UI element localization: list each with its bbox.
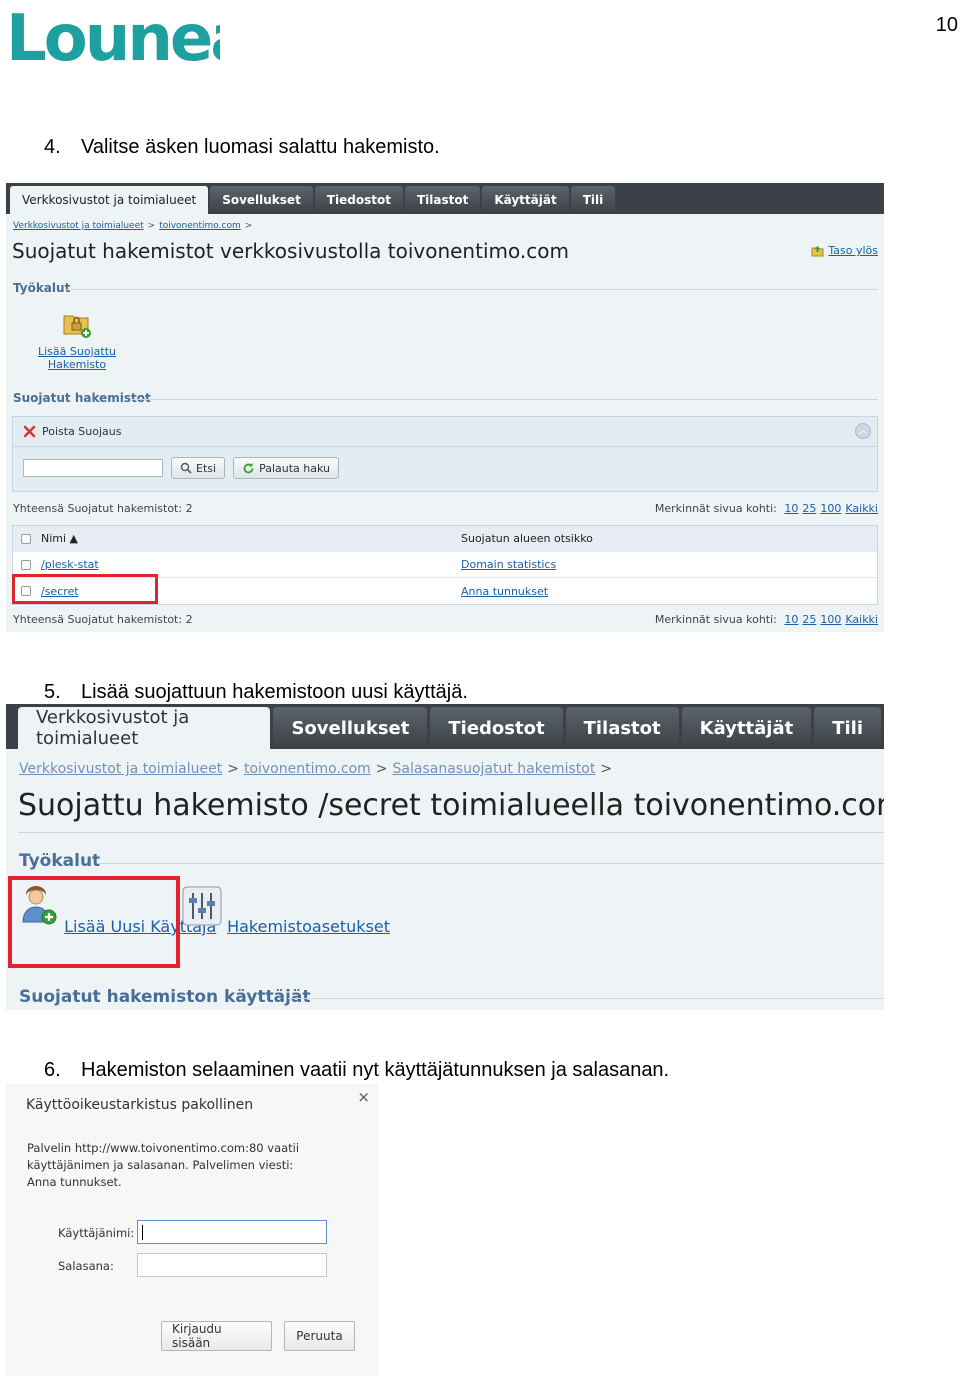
per-page-10[interactable]: 10	[784, 613, 798, 626]
divider	[98, 863, 884, 864]
login-button[interactable]: Kirjaudu sisään	[161, 1321, 272, 1351]
column-name[interactable]: Nimi ▲	[41, 532, 461, 545]
total-count: Yhteensä Suojatut hakemistot: 2	[13, 502, 193, 515]
step-5: 5. Lisää suojattuun hakemistoon uusi käyt…	[44, 681, 468, 703]
reset-icon	[243, 462, 254, 473]
auth-dialog: Käyttöoikeustarkistus pakollinen × Palve…	[6, 1084, 378, 1376]
dialog-title: Käyttöoikeustarkistus pakollinen	[26, 1097, 254, 1113]
step-4: 4. Valitse äsken luomasi salattu hakemist…	[44, 136, 440, 158]
nav-tabs: Verkkosivustot ja toimialueet Sovellukse…	[6, 704, 884, 749]
settings-sliders-icon	[182, 886, 222, 926]
add-protected-directory-tool[interactable]: Lisää Suojattu Hakemisto	[36, 308, 118, 371]
tab-applications[interactable]: Sovellukset	[210, 186, 313, 214]
tab-users[interactable]: Käyttäjät	[681, 707, 812, 749]
dir-link[interactable]: /plesk-stat	[41, 558, 99, 571]
search-input[interactable]	[23, 459, 163, 477]
search-button[interactable]: Etsi	[171, 457, 226, 479]
dialog-message: Palvelin http://www.toivonentimo.com:80 …	[27, 1141, 300, 1189]
collapse-icon[interactable]: ︿	[855, 423, 871, 439]
folder-up-icon	[811, 246, 824, 257]
per-page-selector: Merkinnät sivua kohti: 10 25 100 Kaikki	[654, 502, 878, 515]
breadcrumb-websites[interactable]: Verkkosivustot ja toimialueet	[13, 221, 144, 231]
list-toolbar: Poista Suojaus ︿ Etsi Palauta haku	[12, 416, 878, 492]
lounea-logo: Lounea	[6, 4, 220, 66]
page-title: Suojatut hakemistot verkkosivustolla toi…	[12, 239, 569, 263]
breadcrumb-domain[interactable]: toivonentimo.com	[159, 221, 241, 231]
directory-settings-button[interactable]: Hakemistoasetukset	[182, 886, 390, 936]
svg-text:Lounea: Lounea	[6, 4, 220, 66]
users-heading: Suojatut hakemiston käyttäjät	[19, 987, 311, 1007]
select-all-checkbox[interactable]	[21, 533, 31, 544]
column-realm[interactable]: Suojatun alueen otsikko	[461, 532, 877, 545]
tab-statistics[interactable]: Tilastot	[404, 186, 481, 214]
protected-dirs-heading: Suojatut hakemistot	[13, 391, 151, 405]
folder-lock-add-icon	[63, 315, 91, 338]
reset-search-button[interactable]: Palauta haku	[233, 457, 339, 479]
page-number: 10	[935, 14, 958, 36]
per-page-10[interactable]: 10	[784, 502, 798, 515]
realm-link[interactable]: Domain statistics	[461, 558, 556, 571]
username-label: Käyttäjänimi:	[58, 1226, 135, 1240]
tab-files[interactable]: Tiedostot	[430, 707, 563, 749]
breadcrumb: Verkkosivustot ja toimialueet > toivonenti…	[13, 221, 253, 231]
tab-files[interactable]: Tiedostot	[314, 186, 403, 214]
row-checkbox[interactable]	[21, 559, 31, 570]
highlight-secret-row	[12, 574, 158, 604]
per-page-all[interactable]: Kaikki	[845, 613, 878, 626]
per-page-100[interactable]: 100	[820, 502, 841, 515]
tab-account[interactable]: Tili	[814, 707, 881, 749]
nav-tabs: Verkkosivustot ja toimialueet Sovellukse…	[6, 183, 884, 214]
divider	[66, 289, 878, 290]
breadcrumb: Verkkosivustot ja toimialueet > toivonenti…	[19, 761, 613, 777]
close-icon[interactable]: ×	[357, 1088, 370, 1106]
cancel-button[interactable]: Peruuta	[284, 1321, 355, 1351]
password-field[interactable]	[137, 1253, 327, 1277]
breadcrumb-protected-dirs[interactable]: Salasanasuojatut hakemistot	[393, 761, 596, 777]
divider	[130, 399, 878, 400]
divider	[18, 832, 884, 833]
total-count-bottom: Yhteensä Suojatut hakemistot: 2	[13, 613, 193, 626]
step-6: 6. Hakemiston selaaminen vaatii nyt käytt…	[44, 1059, 670, 1081]
highlight-add-user	[8, 876, 180, 968]
username-field[interactable]	[137, 1220, 327, 1244]
tab-websites-domains[interactable]: Verkkosivustot ja toimialueet	[10, 186, 209, 214]
per-page-100[interactable]: 100	[820, 613, 841, 626]
remove-protection-button[interactable]: Poista Suojaus ︿	[13, 417, 877, 447]
red-x-icon	[23, 425, 36, 438]
per-page-25[interactable]: 25	[802, 502, 816, 515]
tools-heading: Työkalut	[19, 851, 101, 871]
per-page-selector-bottom: Merkinnät sivua kohti: 10 25 100 Kaikki	[654, 613, 878, 626]
page-title: Suojattu hakemisto /secret toimialueella…	[18, 788, 884, 823]
tools-heading: Työkalut	[13, 281, 71, 295]
tab-account[interactable]: Tili	[570, 186, 616, 214]
up-level-link[interactable]: Taso ylös	[811, 244, 878, 257]
magnifier-icon	[180, 462, 192, 474]
per-page-all[interactable]: Kaikki	[845, 502, 878, 515]
tab-websites-domains[interactable]: Verkkosivustot ja toimialueet	[18, 707, 271, 749]
breadcrumb-websites[interactable]: Verkkosivustot ja toimialueet	[19, 761, 222, 777]
table-header: Nimi ▲ Suojatun alueen otsikko	[13, 526, 877, 552]
screenshot-protected-directories: Verkkosivustot ja toimialueet Sovellukse…	[6, 183, 884, 632]
tab-statistics[interactable]: Tilastot	[565, 707, 679, 749]
tab-applications[interactable]: Sovellukset	[273, 707, 428, 749]
password-label: Salasana:	[58, 1259, 114, 1273]
divider	[288, 998, 884, 999]
per-page-25[interactable]: 25	[802, 613, 816, 626]
tab-users[interactable]: Käyttäjät	[482, 186, 569, 214]
realm-link[interactable]: Anna tunnukset	[461, 585, 548, 598]
breadcrumb-domain[interactable]: toivonentimo.com	[244, 761, 371, 777]
